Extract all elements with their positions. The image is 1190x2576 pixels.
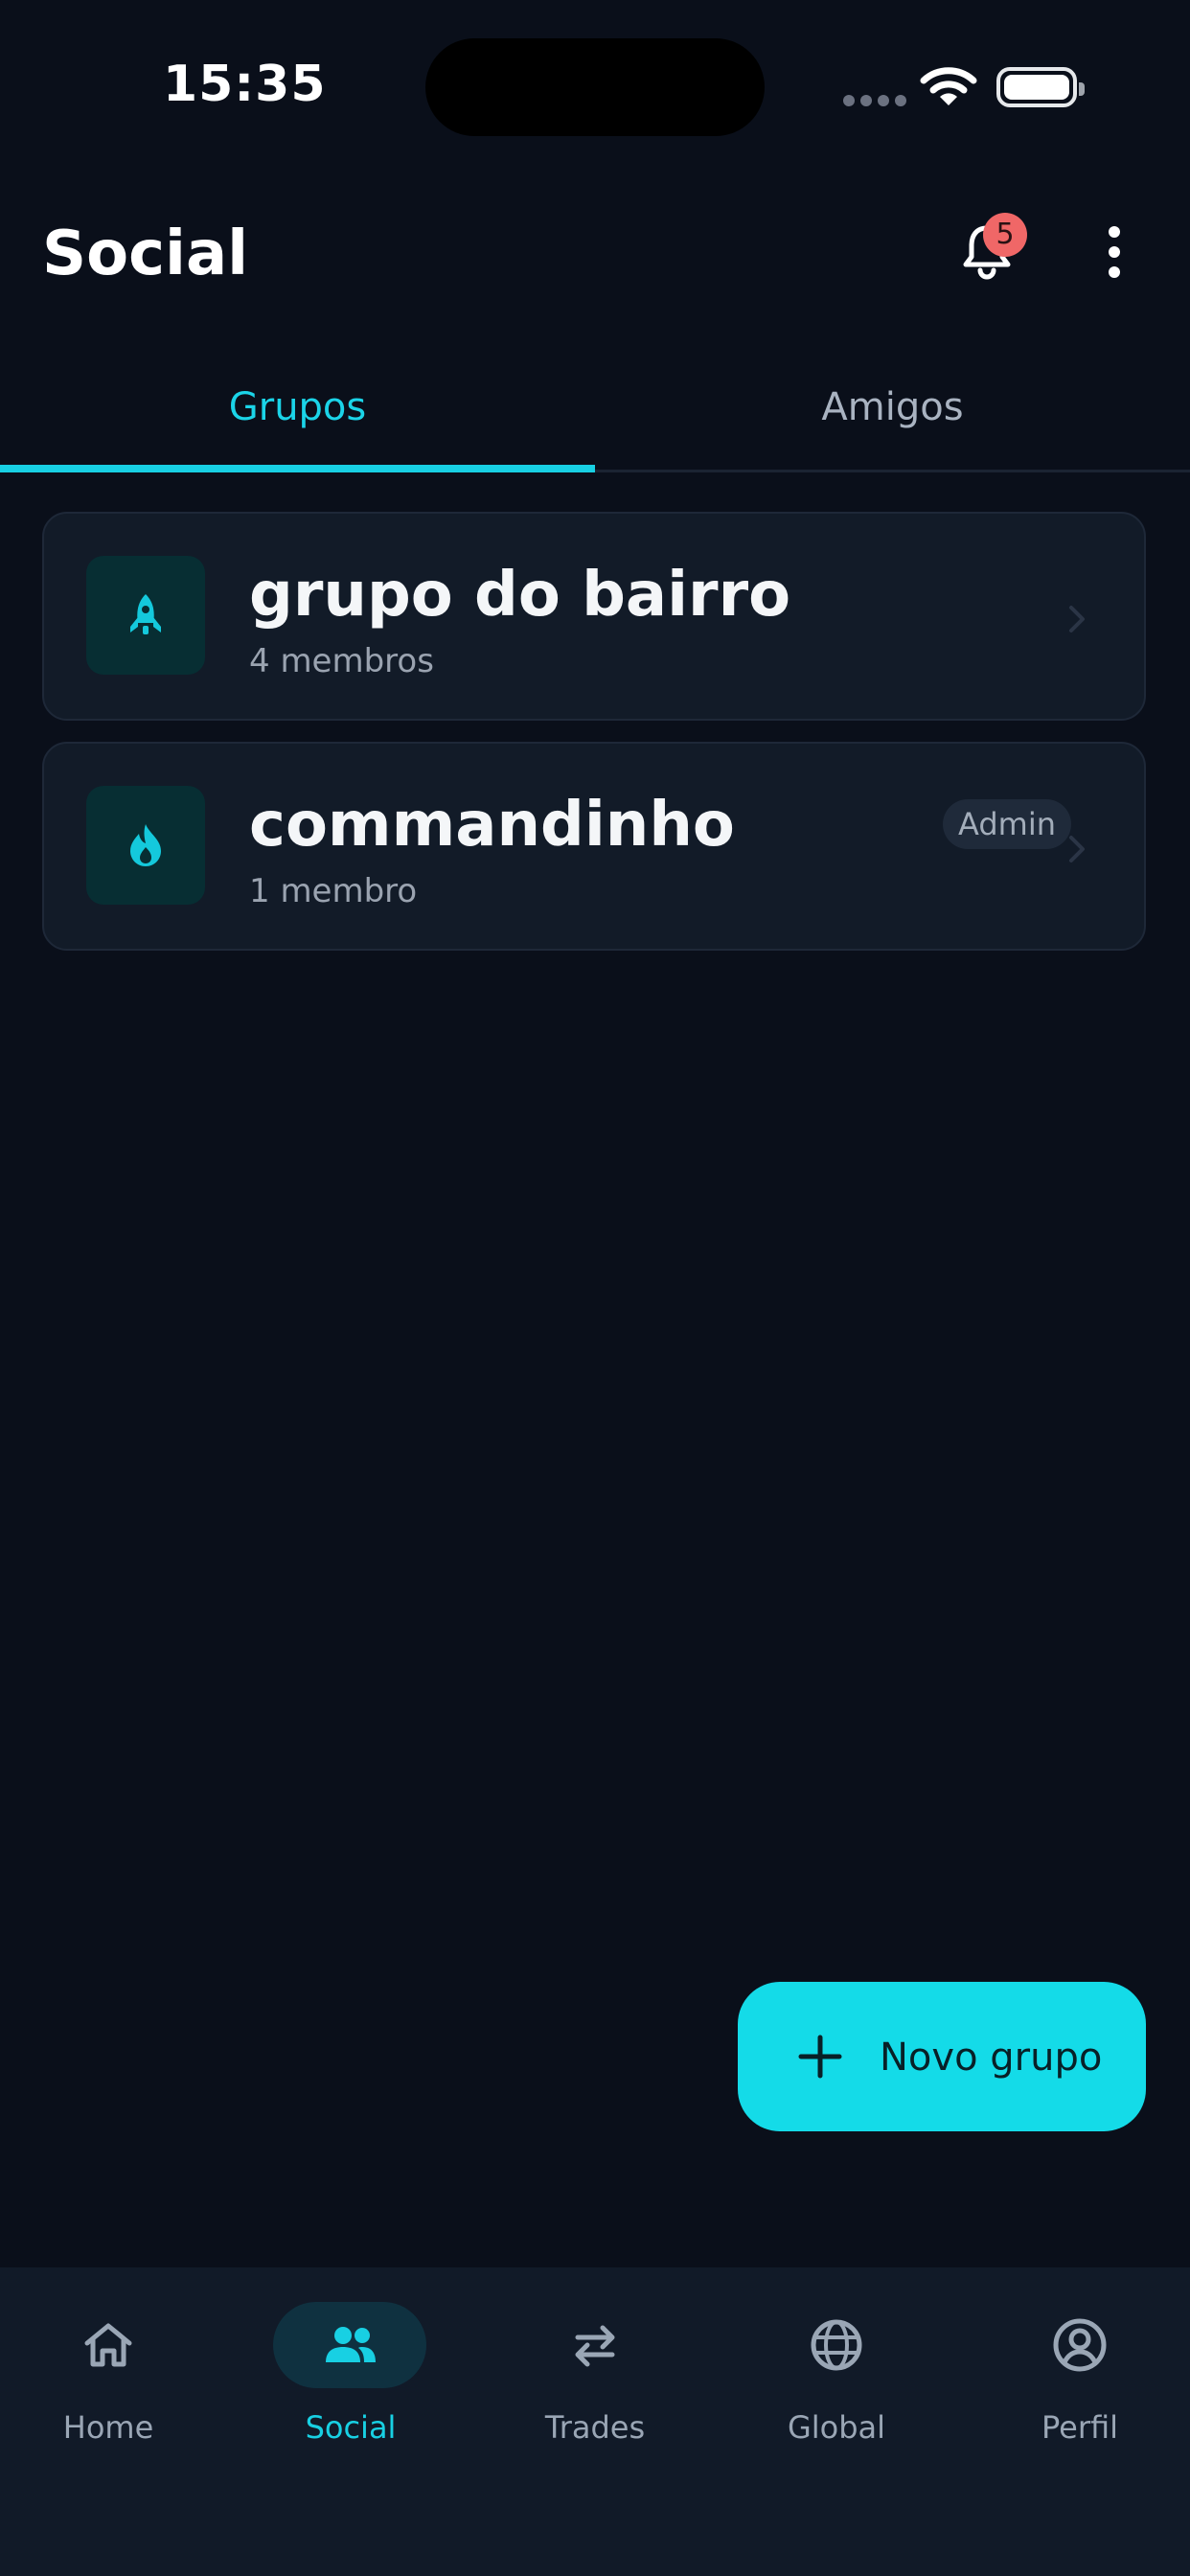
nav-perfil[interactable]: Perfil bbox=[979, 2302, 1180, 2455]
nav-label: Global bbox=[787, 2409, 886, 2446]
dynamic-island bbox=[425, 38, 765, 136]
notification-count-badge: 5 bbox=[983, 213, 1027, 257]
nav-label: Perfil bbox=[1041, 2409, 1119, 2446]
tab-grupos[interactable]: Grupos bbox=[0, 364, 595, 470]
active-tab-indicator bbox=[0, 465, 595, 472]
nav-label: Social bbox=[305, 2409, 397, 2446]
group-name: grupo do bairro bbox=[249, 560, 791, 631]
group-card[interactable]: grupo do bairro 4 membros bbox=[42, 512, 1146, 721]
home-icon bbox=[84, 2323, 132, 2367]
bottom-navigation: Home Social Trades Global Perfil bbox=[0, 2267, 1190, 2576]
status-bar: 15:35 bbox=[0, 0, 1190, 172]
people-icon bbox=[326, 2327, 376, 2362]
new-group-label: Novo grupo bbox=[880, 2036, 1103, 2080]
nav-trades[interactable]: Trades bbox=[494, 2302, 696, 2455]
nav-global[interactable]: Global bbox=[736, 2302, 937, 2455]
group-member-count: 4 membros bbox=[249, 642, 434, 680]
group-card[interactable]: commandinho 1 membro Admin bbox=[42, 742, 1146, 951]
plus-icon bbox=[791, 2028, 849, 2095]
group-name: commandinho bbox=[249, 790, 735, 861]
group-member-count: 1 membro bbox=[249, 872, 418, 910]
page-title: Social bbox=[42, 218, 249, 289]
globe-icon bbox=[811, 2319, 862, 2371]
flame-icon bbox=[86, 786, 205, 905]
chevron-right-icon bbox=[1065, 830, 1088, 872]
swap-icon bbox=[575, 2325, 615, 2367]
wifi-icon bbox=[920, 65, 977, 113]
tab-amigos[interactable]: Amigos bbox=[595, 364, 1190, 470]
rocket-icon bbox=[86, 556, 205, 675]
battery-icon bbox=[996, 67, 1085, 107]
nav-label: Home bbox=[62, 2409, 154, 2446]
profile-icon bbox=[1053, 2318, 1107, 2372]
chevron-right-icon bbox=[1065, 600, 1088, 642]
new-group-button[interactable]: Novo grupo bbox=[738, 1982, 1146, 2131]
nav-social[interactable]: Social bbox=[250, 2302, 451, 2455]
nav-home[interactable]: Home bbox=[8, 2302, 209, 2455]
app-header: Social 5 bbox=[0, 192, 1190, 316]
status-time: 15:35 bbox=[163, 56, 327, 113]
admin-badge: Admin bbox=[943, 799, 1071, 849]
more-options-icon[interactable] bbox=[1100, 226, 1129, 280]
cellular-signal-icon bbox=[843, 92, 912, 110]
nav-label: Trades bbox=[544, 2409, 646, 2446]
tab-bar: Grupos Amigos bbox=[0, 364, 1190, 472]
